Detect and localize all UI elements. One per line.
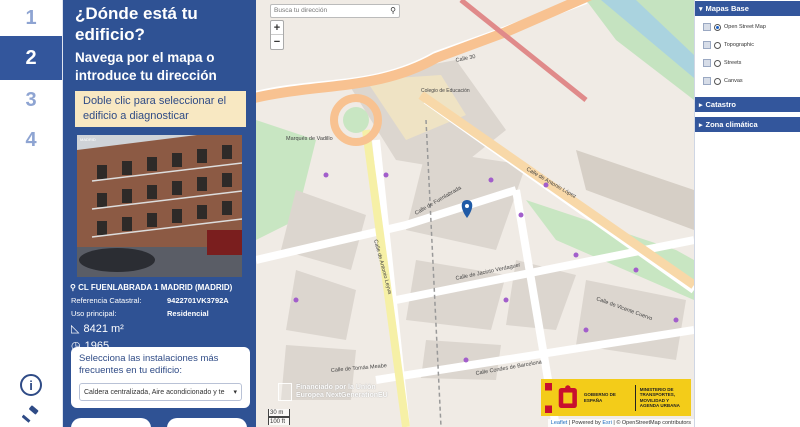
address-line: ⚲ CL FUENLABRADA 1 MADRID (MADRID) — [63, 277, 256, 292]
basemap-label: Topographic — [724, 42, 754, 48]
attribution-powered: | Powered by — [567, 420, 603, 426]
basemap-thumb — [703, 59, 711, 67]
basemap-thumb — [703, 41, 711, 49]
radio-button[interactable] — [714, 77, 721, 85]
basemap-topographic[interactable]: Topographic — [703, 36, 800, 54]
basemap-canvas[interactable]: Canvas — [703, 72, 800, 90]
search-placeholder: Busca tu dirección — [274, 7, 328, 14]
basemap-thumb — [703, 23, 711, 31]
basemaps-title: Mapas Base — [705, 4, 749, 13]
eu-flag-icon — [278, 383, 292, 401]
installations-select[interactable]: Caldera centralizada, Aire acondicionado… — [79, 383, 242, 401]
cadastral-label: Referencia Catastral: — [71, 296, 142, 305]
gov-line-2: MINISTERIO DE TRANSPORTES, MOVILIDAD Y A… — [639, 386, 680, 409]
basemap-osm[interactable]: Open Street Map — [703, 18, 800, 36]
eu-logo: Financiado por la Unión Europea NextGene… — [278, 378, 390, 406]
use-value: Residencial — [167, 309, 209, 318]
address-text: CL FUENLABRADA 1 MADRID (MADRID) — [78, 283, 233, 292]
installations-value: Caldera centralizada, Aire acondicionado… — [84, 388, 225, 396]
climate-title: Zona climática — [705, 120, 758, 129]
climate-header[interactable]: ▸ Zona climática — [695, 116, 800, 132]
chevron-down-icon: ▾ — [699, 5, 703, 13]
basemap-label: Open Street Map — [724, 24, 766, 30]
back-button[interactable] — [71, 418, 151, 427]
building-panel: ¿Dónde está tu edificio? Navega por el m… — [63, 0, 256, 427]
catastro-header[interactable]: ▸ Catastro — [695, 96, 800, 112]
search-icon[interactable]: ⚲ — [390, 6, 396, 15]
building-photo: MADRID — [77, 135, 242, 277]
chevron-right-icon: ▸ — [699, 121, 703, 129]
basemap-label: Canvas — [724, 78, 743, 84]
spain-flag-icon — [545, 382, 553, 413]
step-2[interactable]: 2 — [0, 36, 62, 80]
layers-panel: ▾ Mapas Base Open Street Map Topographic … — [694, 0, 800, 427]
eu-text: Financiado por la Unión Europea NextGene… — [295, 384, 388, 399]
gavel-icon[interactable] — [22, 405, 40, 423]
zoom-control: + − — [270, 20, 284, 50]
gov-line-1: GOBIERNO DE ESPAÑA — [583, 392, 616, 403]
svg-text:Colegio de Educación: Colegio de Educación — [421, 88, 470, 94]
search-input[interactable]: Busca tu dirección ⚲ — [270, 4, 400, 18]
area-icon: ◺ — [71, 323, 80, 335]
map-scale: 30 m 100 ft — [268, 409, 290, 425]
location-pin-icon: ⚲ — [70, 283, 79, 292]
app-root: 1 2 3 4 i ¿Dónde está tu edificio? Naveg… — [0, 0, 800, 427]
area-metric: ◺ 8421 m² — [63, 318, 256, 336]
basemap-label: Streets — [724, 60, 742, 66]
step-3[interactable]: 3 — [0, 80, 62, 120]
chevron-down-icon: ▾ — [233, 389, 237, 396]
use-row: Uso principal: Residencial — [63, 305, 256, 318]
cadastral-value: 9422701VK3792A — [167, 296, 229, 305]
basemaps-header[interactable]: ▾ Mapas Base — [695, 0, 800, 16]
esri-link[interactable]: Esri — [602, 420, 611, 426]
area-value: 8421 m² — [83, 322, 124, 335]
cadastral-row: Referencia Catastral: 9422701VK3792A — [63, 292, 256, 305]
hint-box: Doble clic para seleccionar el edificio … — [75, 91, 246, 127]
basemaps-list: Open Street Map Topographic Streets Canv… — [695, 16, 800, 96]
scale-imperial: 100 ft — [268, 417, 290, 425]
scale-metric: 30 m — [268, 409, 290, 417]
coat-of-arms-icon — [558, 384, 578, 408]
svg-text:Marqués de Vadillo: Marqués de Vadillo — [286, 136, 333, 142]
radio-button[interactable] — [714, 41, 721, 49]
basemap-thumb — [703, 77, 711, 85]
page-title: ¿Dónde está tu edificio? — [75, 4, 198, 44]
map-attribution: Leaflet | Powered by Esri | © OpenStreet… — [547, 419, 694, 427]
info-icon[interactable]: i — [20, 374, 42, 396]
page-subtitle: Navega por el mapa o introduce tu direcc… — [75, 50, 217, 83]
radio-button[interactable] — [714, 23, 721, 31]
steps-nav: 1 2 3 4 i — [0, 0, 63, 427]
svg-text:MADRID: MADRID — [80, 137, 96, 142]
basemap-streets[interactable]: Streets — [703, 54, 800, 72]
next-button[interactable] — [167, 418, 247, 427]
map-view[interactable]: Calle 30 Calle de Fuenlabrada Calle de A… — [256, 0, 694, 427]
government-logo: GOBIERNO DE ESPAÑA MINISTERIO DE TRANSPO… — [541, 379, 691, 416]
chevron-right-icon: ▸ — [699, 101, 703, 109]
step-4[interactable]: 4 — [0, 120, 62, 160]
installations-card: Selecciona las instalaciones más frecuen… — [71, 347, 250, 408]
map-canvas[interactable]: Calle 30 Calle de Fuenlabrada Calle de A… — [256, 0, 694, 427]
step-1[interactable]: 1 — [0, 0, 62, 36]
zoom-out-button[interactable]: − — [271, 35, 283, 49]
catastro-title: Catastro — [705, 100, 736, 109]
zoom-in-button[interactable]: + — [271, 21, 283, 35]
radio-button[interactable] — [714, 59, 721, 67]
installations-question: Selecciona las instalaciones más frecuen… — [79, 353, 219, 376]
leaflet-link[interactable]: Leaflet — [551, 420, 568, 426]
attribution-osm: | © OpenStreetMap contributors — [611, 420, 691, 426]
use-label: Uso principal: — [71, 309, 117, 318]
